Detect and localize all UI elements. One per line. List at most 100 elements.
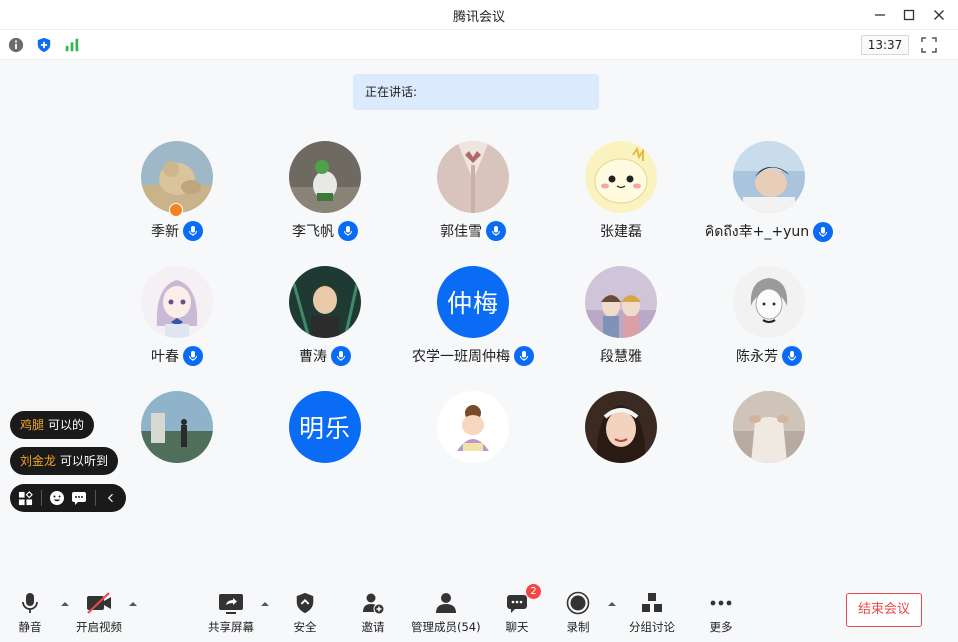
participant-tile[interactable]: 郭佳雪 xyxy=(399,141,547,259)
meeting-info-bar: 13:37 xyxy=(0,30,958,60)
security-button[interactable]: 安全 xyxy=(291,590,319,638)
participant-avatar xyxy=(733,141,805,213)
maximize-button[interactable] xyxy=(899,5,919,25)
participant-tile[interactable]: 叶春 xyxy=(103,266,251,384)
chat-bubble[interactable]: 刘金龙 可以听到 xyxy=(10,447,119,475)
chat-sender: 刘金龙 xyxy=(20,454,57,468)
apps-button[interactable] xyxy=(16,487,35,509)
start-video-button[interactable]: 开启视频 xyxy=(76,590,122,638)
participant-tile[interactable]: 仲梅 农学一班周仲梅 xyxy=(399,266,547,384)
emoji-button[interactable] xyxy=(47,487,66,509)
participant-text-avatar: 明乐 xyxy=(289,391,361,463)
shield-icon xyxy=(296,592,314,614)
invite-button[interactable]: 邀请 xyxy=(359,590,387,638)
close-icon xyxy=(934,10,944,20)
participant-avatar xyxy=(733,266,805,338)
participant-avatar xyxy=(585,141,657,213)
fullscreen-button[interactable] xyxy=(920,36,938,54)
info-icon xyxy=(8,37,24,53)
share-screen-label: 共享屏幕 xyxy=(208,620,254,634)
participant-name: 李飞帆 xyxy=(292,224,334,240)
mic-icon xyxy=(782,346,802,366)
chat-icon xyxy=(507,595,527,613)
chat-sender: 鸡腿 xyxy=(20,418,45,432)
participant-name: 曹涛 xyxy=(299,349,327,365)
mic-icon xyxy=(486,221,506,241)
participant-avatar xyxy=(141,266,213,338)
participant-name: 叶春 xyxy=(151,349,179,365)
chat-bubble-icon xyxy=(72,492,87,505)
chat-bubble[interactable]: 鸡腿 可以的 xyxy=(10,411,95,439)
video-off-icon xyxy=(87,592,111,614)
participant-text-avatar: 仲梅 xyxy=(437,266,509,338)
maximize-icon xyxy=(903,9,915,21)
collapse-chat-button[interactable] xyxy=(101,487,120,509)
breakout-rooms-label: 分组讨论 xyxy=(629,620,675,634)
microphone-icon xyxy=(22,593,38,613)
record-options-caret-icon[interactable] xyxy=(607,599,617,609)
chat-button[interactable]: 2 聊天 xyxy=(503,584,541,638)
manage-members-label: 管理成员(54) xyxy=(411,620,481,634)
breakout-rooms-button[interactable]: 分组讨论 xyxy=(629,590,675,638)
minimize-icon xyxy=(875,14,885,16)
participant-avatar xyxy=(289,266,361,338)
mic-icon xyxy=(183,346,203,366)
members-icon xyxy=(435,593,456,613)
video-options-caret-icon[interactable] xyxy=(128,599,138,609)
info-button[interactable] xyxy=(7,36,25,54)
participant-tile[interactable] xyxy=(103,391,251,509)
breakout-rooms-icon xyxy=(642,593,662,612)
minimize-button[interactable] xyxy=(870,5,890,25)
invite-user-icon xyxy=(363,593,385,615)
participant-avatar xyxy=(437,391,509,463)
audio-options-caret-icon[interactable] xyxy=(60,599,70,609)
participant-tile[interactable] xyxy=(399,391,547,509)
share-screen-icon xyxy=(219,594,243,614)
participant-tile[interactable] xyxy=(695,391,843,509)
participant-tile[interactable]: 季新 xyxy=(103,141,251,259)
participant-avatar xyxy=(585,391,657,463)
mute-button[interactable]: 静音 xyxy=(16,590,44,638)
participant-avatar xyxy=(437,141,509,213)
mic-icon xyxy=(813,222,834,242)
participant-tile[interactable]: 段慧雅 xyxy=(547,266,695,384)
manage-members-button[interactable]: 管理成员(54) xyxy=(411,590,481,638)
participant-tile[interactable]: 曹涛 xyxy=(251,266,399,384)
security-status-button[interactable] xyxy=(35,36,53,54)
participant-tile[interactable]: คิดถึง幸+_+yun xyxy=(695,141,843,259)
chat-message-button[interactable] xyxy=(70,487,89,509)
more-icon xyxy=(710,600,732,606)
participant-name: คิดถึง幸+_+yun xyxy=(704,224,810,240)
share-options-caret-icon[interactable] xyxy=(260,599,270,609)
participant-tile[interactable]: 陈永芳 xyxy=(695,266,843,384)
speaking-indicator: 正在讲话: xyxy=(353,74,599,110)
end-meeting-button[interactable]: 结束会议 xyxy=(846,593,922,627)
participant-name: 张建磊 xyxy=(600,224,642,240)
chevron-left-icon xyxy=(107,493,113,503)
record-label: 录制 xyxy=(566,620,590,634)
chat-label: 聊天 xyxy=(505,620,529,634)
fullscreen-icon xyxy=(921,37,937,53)
security-label: 安全 xyxy=(293,620,317,634)
share-screen-button[interactable]: 共享屏幕 xyxy=(208,590,254,638)
network-status-button[interactable] xyxy=(63,36,81,54)
participant-name: 季新 xyxy=(151,224,179,240)
window-title: 腾讯会议 xyxy=(452,10,505,25)
signal-icon xyxy=(65,38,79,52)
start-video-label: 开启视频 xyxy=(76,620,122,634)
participant-tile[interactable]: 李飞帆 xyxy=(251,141,399,259)
participant-name: 郭佳雪 xyxy=(440,224,482,240)
close-button[interactable] xyxy=(929,5,949,25)
meeting-timer: 13:37 xyxy=(861,35,909,55)
chat-text: 可以的 xyxy=(48,418,85,432)
participant-tile[interactable]: 明乐 xyxy=(251,391,399,509)
emoji-icon xyxy=(49,491,64,505)
participant-tile[interactable] xyxy=(547,391,695,509)
participant-avatar xyxy=(585,266,657,338)
participant-avatar xyxy=(141,391,213,463)
record-icon xyxy=(566,591,590,615)
record-button[interactable]: 录制 xyxy=(564,590,592,638)
invite-label: 邀请 xyxy=(361,620,385,634)
more-button[interactable]: 更多 xyxy=(707,590,735,638)
chat-quick-toolbar xyxy=(10,484,126,512)
